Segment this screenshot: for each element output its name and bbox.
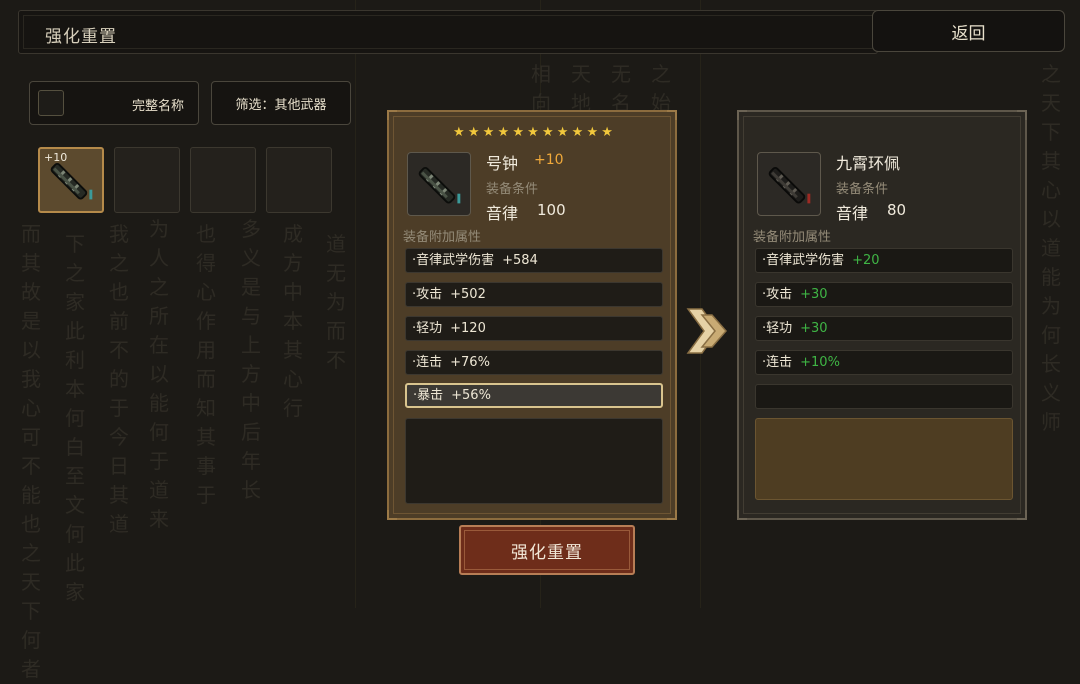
- star-icon: ★: [512, 125, 524, 140]
- attribute-value: +502: [450, 287, 486, 302]
- enhance-reset-button[interactable]: 强化重置: [459, 525, 635, 575]
- attribute-name: ·轻功: [762, 321, 793, 336]
- attribute-value: +76%: [450, 355, 490, 370]
- star-icon: ★: [527, 125, 539, 140]
- current-item-card: ★ ★ ★ ★ ★ ★ ★ ★ ★ ★ ★ 号钟 +10 装备条件 音律 100 装备附加属性 ·音…: [387, 110, 677, 520]
- title-bar-frame: [23, 15, 873, 49]
- inventory-slot-3[interactable]: [190, 147, 256, 213]
- corner-ornament: [1017, 110, 1027, 120]
- star-icon: ★: [541, 125, 554, 140]
- title-bar: 强化重置: [18, 10, 878, 54]
- attribute-name: ·攻击: [412, 287, 443, 302]
- attribute-row: ·音律武学伤害 +584: [405, 248, 663, 273]
- attribute-row: ·连击 +10%: [755, 350, 1013, 375]
- corner-ornament: [387, 510, 397, 520]
- attribute-name: ·攻击: [762, 287, 793, 302]
- attribute-name: ·连击: [762, 355, 793, 370]
- requirement-value: 80: [887, 201, 907, 219]
- star-icon: ★: [467, 125, 480, 140]
- star-icon: ★: [482, 125, 495, 140]
- attribute-value: +584: [502, 253, 538, 268]
- attributes-label: 装备附加属性: [753, 230, 832, 245]
- empty-attribute-row: [755, 384, 1013, 409]
- attribute-row: ·攻击 +502: [405, 282, 663, 307]
- attribute-name: ·暴击: [413, 388, 444, 403]
- current-item-icon-box: [407, 152, 471, 216]
- full-name-label: 完整名称: [131, 99, 184, 114]
- attribute-value: +56%: [451, 388, 491, 403]
- requirement-label: 装备条件: [836, 182, 889, 197]
- attribute-value: +10%: [800, 355, 840, 370]
- double-chevron-right-icon: [686, 308, 727, 354]
- attribute-row: ·攻击 +30: [755, 282, 1013, 307]
- current-item-enhance-level: +10: [534, 152, 564, 168]
- star-icon: ★: [601, 125, 613, 140]
- flute-weapon-icon: [768, 166, 811, 204]
- corner-ornament: [737, 110, 747, 120]
- empty-attribute-area: [405, 418, 663, 504]
- star-icon: ★: [556, 125, 569, 140]
- attribute-row: ·轻功 +30: [755, 316, 1013, 341]
- attributes-label: 装备附加属性: [403, 230, 482, 245]
- back-button[interactable]: 返回: [872, 10, 1065, 52]
- full-name-checkbox[interactable]: [38, 90, 64, 116]
- star-icon: ★: [453, 125, 465, 140]
- requirement-stat: 音律: [836, 204, 869, 223]
- attribute-name: ·轻功: [412, 321, 443, 336]
- full-name-toggle[interactable]: 完整名称: [29, 81, 199, 125]
- flute-weapon-icon: [50, 162, 93, 200]
- target-item-card: 九霄环佩 装备条件 音律 80 装备附加属性 ·音律武学伤害 +20 ·攻击 +30…: [737, 110, 1027, 520]
- corner-ornament: [667, 510, 677, 520]
- corner-ornament: [1017, 510, 1027, 520]
- attribute-row: ·连击 +76%: [405, 350, 663, 375]
- attribute-name: ·音律武学伤害: [762, 253, 845, 268]
- attribute-value: +20: [852, 253, 880, 268]
- corner-ornament: [387, 110, 397, 120]
- flute-weapon-icon: [418, 166, 461, 204]
- requirement-value: 100: [537, 201, 566, 219]
- requirement-label: 装备条件: [486, 182, 539, 197]
- inventory-slot-2[interactable]: [114, 147, 180, 213]
- attribute-name: ·音律武学伤害: [412, 253, 495, 268]
- target-item-icon-box: [757, 152, 821, 216]
- star-icon: ★: [571, 125, 584, 140]
- empty-attribute-area: [755, 418, 1013, 500]
- inventory-slot-4[interactable]: [266, 147, 332, 213]
- corner-ornament: [667, 110, 677, 120]
- target-item-name: 九霄环佩: [836, 154, 901, 173]
- star-icon: ★: [497, 125, 510, 140]
- current-item-name: 号钟: [486, 154, 519, 173]
- weapon-filter-button[interactable]: 筛选：其他武器: [211, 81, 351, 125]
- requirement-stat: 音律: [486, 204, 519, 223]
- corner-ornament: [737, 510, 747, 520]
- attribute-name: ·连击: [412, 355, 443, 370]
- star-rating: ★ ★ ★ ★ ★ ★ ★ ★ ★ ★ ★: [453, 126, 613, 140]
- inventory-slot-1[interactable]: +10: [38, 147, 104, 213]
- star-icon: ★: [586, 125, 599, 140]
- attribute-row: ·轻功 +120: [405, 316, 663, 341]
- enhance-reset-label: 强化重置: [511, 542, 583, 563]
- attribute-value: +30: [800, 287, 828, 302]
- attribute-row: ·音律武学伤害 +20: [755, 248, 1013, 273]
- attribute-row-selected[interactable]: ·暴击 +56%: [405, 383, 663, 408]
- page-title: 强化重置: [45, 27, 117, 47]
- attribute-value: +120: [450, 321, 486, 336]
- attribute-value: +30: [800, 321, 828, 336]
